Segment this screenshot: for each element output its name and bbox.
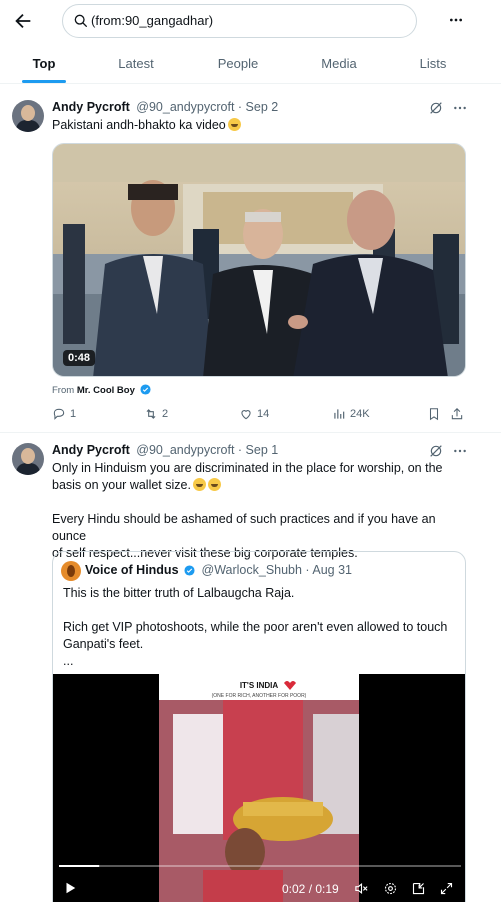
reply-icon: [53, 408, 65, 420]
search-icon: [74, 14, 87, 27]
video-progress-track[interactable]: [59, 865, 461, 867]
video-frame: IT'S INDIA (ONE FOR RICH, ANOTHER FOR PO…: [53, 674, 465, 902]
verified-icon: [184, 565, 195, 576]
video-caption-title: IT'S INDIA: [240, 681, 279, 690]
back-arrow-icon[interactable]: [12, 10, 34, 32]
tab-people[interactable]: People: [218, 56, 258, 71]
author-meta: @90_andypycroft · Sep 1: [136, 443, 279, 457]
quoted-tweet-text: This is the bitter truth of Lalbaugcha R…: [63, 586, 448, 668]
video-time: 0:02 / 0:19: [282, 882, 339, 896]
fullscreen-icon[interactable]: [439, 881, 454, 896]
tweet-text: Pakistani andh-bhakto ka video: [52, 117, 472, 134]
play-icon[interactable]: [63, 881, 77, 895]
tweet-header: Andy Pycroft @90_andypycroft · Sep 2: [52, 100, 278, 114]
tab-lists[interactable]: Lists: [420, 56, 447, 71]
top-bar: (from:90_gangadhar): [0, 0, 501, 44]
share-icon: [451, 408, 463, 420]
bookmark-button[interactable]: [427, 406, 443, 424]
video-caption-subtitle: (ONE FOR RICH, ANOTHER FOR POOR): [212, 693, 307, 699]
views-icon: [334, 409, 345, 419]
crying-face-icon: [192, 478, 206, 491]
tab-media[interactable]: Media: [321, 56, 356, 71]
attribution-name[interactable]: Mr. Cool Boy: [77, 385, 135, 396]
more-icon[interactable]: [452, 443, 468, 459]
quoted-tweet-header: Voice of Hindus @Warlock_Shubh · Aug 31: [85, 563, 352, 577]
tweet-text: Only in Hinduism you are discriminated i…: [52, 461, 443, 560]
tab-latest[interactable]: Latest: [118, 56, 153, 71]
video-player[interactable]: IT'S INDIA (ONE FOR RICH, ANOTHER FOR PO…: [53, 674, 465, 902]
quoted-tweet[interactable]: Voice of Hindus @Warlock_Shubh · Aug 31 …: [52, 551, 466, 902]
quoted-author-name[interactable]: Voice of Hindus: [85, 563, 179, 577]
mute-icon[interactable]: [354, 881, 369, 896]
author-name[interactable]: Andy Pycroft: [52, 100, 130, 114]
tweet[interactable]: Andy Pycroft @90_andypycroft · Sep 1 Onl…: [0, 433, 501, 902]
media-attribution: From Mr. Cool Boy: [52, 384, 151, 396]
bookmark-icon: [429, 408, 439, 421]
video-duration: 0:48: [63, 350, 96, 366]
search-input[interactable]: (from:90_gangadhar): [62, 4, 417, 38]
share-button[interactable]: [450, 406, 466, 424]
grok-icon[interactable]: [428, 100, 444, 116]
tweet-actions: 1 2 14 24K: [52, 406, 468, 424]
like-icon: [241, 410, 251, 420]
author-meta: @90_andypycroft · Sep 2: [136, 100, 279, 114]
tab-top[interactable]: Top: [33, 56, 56, 71]
active-tab-indicator: [22, 80, 66, 83]
tweet[interactable]: Andy Pycroft @90_andypycroft · Sep 2 Pak…: [0, 88, 501, 432]
repost-icon: [146, 409, 156, 419]
verified-icon: [139, 384, 151, 395]
author-name[interactable]: Andy Pycroft: [52, 443, 130, 457]
avatar[interactable]: [61, 561, 81, 581]
video-thumbnail: [53, 144, 465, 376]
avatar[interactable]: [12, 100, 44, 132]
search-query: (from:90_gangadhar): [91, 13, 214, 28]
tweet-header: Andy Pycroft @90_andypycroft · Sep 1: [52, 443, 278, 457]
grok-icon[interactable]: [428, 443, 444, 459]
more-icon[interactable]: [447, 12, 465, 28]
avatar[interactable]: [12, 443, 44, 475]
crying-face-icon: [207, 478, 221, 491]
tab-bar: Top Latest People Media Lists: [0, 46, 501, 84]
quoted-author-meta: @Warlock_Shubh · Aug 31: [201, 563, 353, 577]
video-progress-fill: [59, 865, 100, 867]
pip-icon[interactable]: [411, 881, 426, 896]
crying-face-icon: [227, 118, 241, 131]
more-icon[interactable]: [452, 100, 468, 116]
settings-icon[interactable]: [383, 881, 398, 896]
video-player[interactable]: 0:48: [52, 143, 466, 377]
